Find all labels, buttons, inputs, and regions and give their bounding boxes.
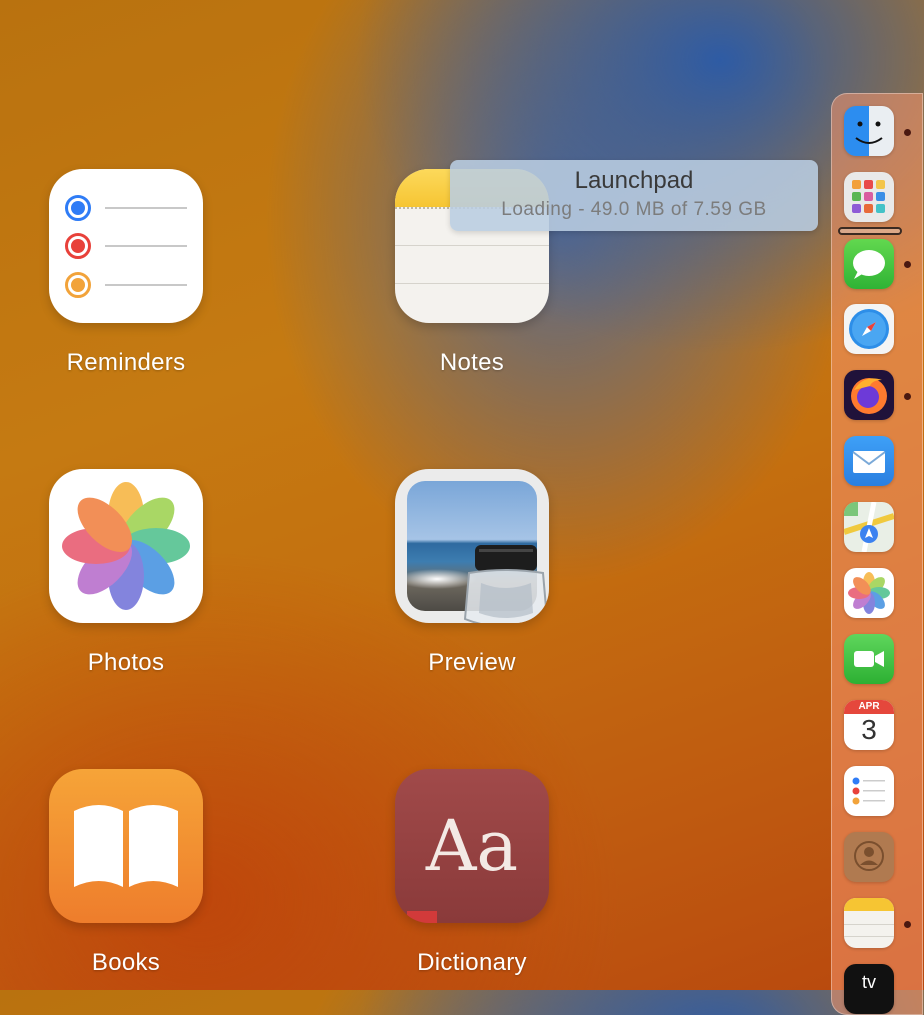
dock: APR 3 tv xyxy=(831,93,923,1015)
photos-icon[interactable] xyxy=(844,568,894,618)
download-progress-bar xyxy=(838,227,902,235)
photos-icon[interactable] xyxy=(49,469,203,623)
apple-tv-icon[interactable]: tv xyxy=(844,964,894,1014)
firefox-icon[interactable] xyxy=(844,370,894,420)
dictionary-glyph: Aa xyxy=(425,805,519,887)
reminders-icon[interactable] xyxy=(49,169,203,323)
mail-icon[interactable] xyxy=(844,436,894,486)
preview-icon[interactable] xyxy=(395,469,549,623)
calendar-day: 3 xyxy=(861,714,877,745)
running-indicator xyxy=(904,261,911,268)
maps-icon[interactable] xyxy=(844,502,894,552)
tooltip-status: Loading - 49.0 MB of 7.59 GB xyxy=(501,199,767,220)
app-label-reminders: Reminders xyxy=(66,349,186,376)
facetime-icon[interactable] xyxy=(844,634,894,684)
app-label-preview: Preview xyxy=(428,649,516,676)
finder-icon[interactable] xyxy=(844,106,894,156)
app-dictionary[interactable]: Aa Dictionary xyxy=(392,769,552,977)
launchpad-icon[interactable] xyxy=(844,172,894,222)
tooltip-title: Launchpad xyxy=(574,167,694,194)
launchpad-download-tooltip: Launchpad Loading - 49.0 MB of 7.59 GB xyxy=(450,160,818,231)
bookmark-ribbon xyxy=(407,911,437,923)
app-label-dictionary: Dictionary xyxy=(417,949,527,976)
notes-icon[interactable] xyxy=(844,898,894,948)
running-indicator xyxy=(904,393,911,400)
messages-icon[interactable] xyxy=(844,239,894,289)
calendar-icon[interactable]: APR 3 xyxy=(844,700,894,750)
app-label-photos: Photos xyxy=(87,649,165,676)
app-photos[interactable]: Photos xyxy=(46,469,206,677)
running-indicator xyxy=(904,129,911,136)
reminders-icon[interactable] xyxy=(844,766,894,816)
books-icon[interactable] xyxy=(49,769,203,923)
app-label-notes: Notes xyxy=(439,349,505,376)
app-preview[interactable]: Preview xyxy=(392,469,552,677)
safari-icon[interactable] xyxy=(844,304,894,354)
app-books[interactable]: Books xyxy=(46,769,206,977)
app-label-books: Books xyxy=(91,949,161,976)
dictionary-icon[interactable]: Aa xyxy=(395,769,549,923)
calendar-month: APR xyxy=(844,700,894,714)
running-indicator xyxy=(904,921,911,928)
contacts-icon[interactable] xyxy=(844,832,894,882)
app-reminders[interactable]: Reminders xyxy=(46,169,206,377)
